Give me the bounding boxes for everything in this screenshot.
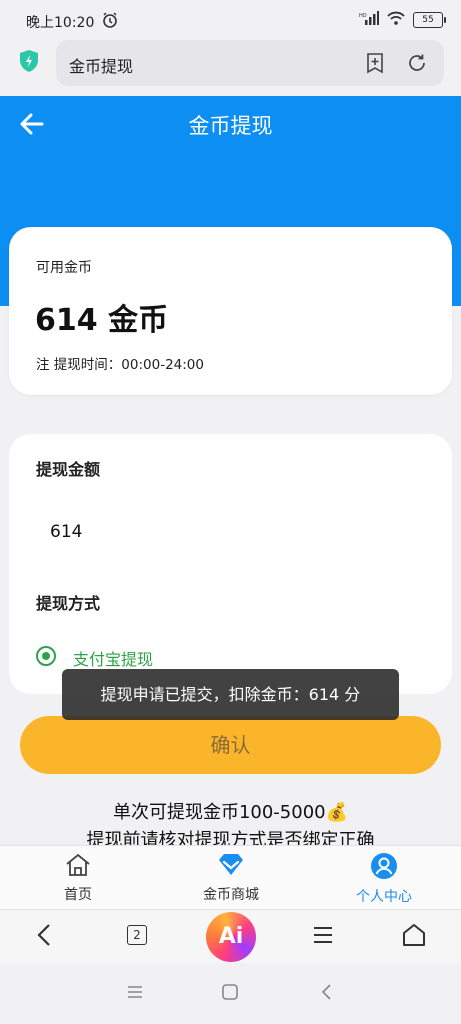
home-icon	[58, 852, 98, 882]
tab-profile-label: 个人中心	[356, 889, 412, 905]
alarm-icon	[101, 11, 119, 33]
browser-toolbar: 金币提现	[0, 38, 461, 96]
menu-icon[interactable]	[311, 922, 335, 952]
balance-card: 可用金币 614 金币 注 提现时间：00:00-24:00	[9, 227, 452, 395]
tabs-count[interactable]: 2	[127, 925, 147, 945]
ai-assistant-button[interactable]: Ai	[206, 912, 256, 962]
diamond-icon	[195, 852, 267, 882]
refresh-icon[interactable]	[406, 52, 428, 78]
tab-coin-mall-label: 金币商城	[203, 887, 259, 903]
bottom-tab-bar: 首页 金币商城 个人中心	[0, 845, 461, 910]
recents-icon[interactable]	[126, 983, 144, 1005]
withdraw-card: 提现金额 614 提现方式 支付宝提现	[9, 434, 452, 694]
browser-nav-bar: 2 Ai	[0, 909, 461, 964]
tab-coin-mall[interactable]: 金币商城	[195, 852, 267, 904]
browser-home-icon[interactable]	[401, 922, 427, 952]
withdraw-method-label: 提现方式	[36, 594, 101, 613]
tip-line: 提现前请核对提现方式是否绑定正确	[86, 830, 375, 846]
withdraw-amount-label: 提现金额	[36, 460, 101, 479]
system-nav-bar	[0, 963, 461, 1024]
tab-profile[interactable]: 个人中心	[348, 852, 420, 906]
user-icon	[348, 852, 420, 884]
security-shield-icon[interactable]	[18, 49, 40, 77]
url-title[interactable]: 金币提现	[69, 53, 133, 77]
system-back-icon[interactable]	[318, 983, 336, 1005]
balance-label: 可用金币	[36, 260, 92, 276]
toast-message: 提现申请已提交，扣除金币：614 分	[62, 669, 399, 720]
battery-icon: 55	[413, 11, 446, 28]
browser-back-icon[interactable]	[34, 922, 56, 952]
tab-home-label: 首页	[64, 887, 92, 903]
tab-home[interactable]: 首页	[58, 852, 98, 904]
bookmark-add-icon[interactable]	[364, 52, 386, 78]
url-bar[interactable]: 金币提现	[56, 40, 444, 86]
wifi-icon	[387, 10, 405, 29]
signal-icon: HD	[359, 10, 379, 29]
confirm-button[interactable]: 确认	[20, 716, 441, 774]
alipay-radio[interactable]	[36, 646, 56, 666]
page-title: 金币提现	[188, 114, 273, 138]
withdraw-time-note: 注 提现时间：00:00-24:00	[36, 357, 204, 373]
status-time: 晚上10:20	[26, 15, 95, 31]
status-bar: 晚上10:20 HD 55	[0, 0, 461, 42]
withdraw-amount-field[interactable]: 614	[50, 522, 82, 542]
balance-amount: 614 金币	[35, 303, 169, 338]
tabs-count-icon[interactable]: 2	[127, 925, 147, 945]
alipay-option-label[interactable]: 支付宝提现	[73, 646, 153, 670]
home-square-icon[interactable]	[221, 983, 239, 1005]
svg-text:HD: HD	[359, 13, 367, 19]
tip-line: 单次可提现金币100-5000💰	[112, 802, 349, 823]
